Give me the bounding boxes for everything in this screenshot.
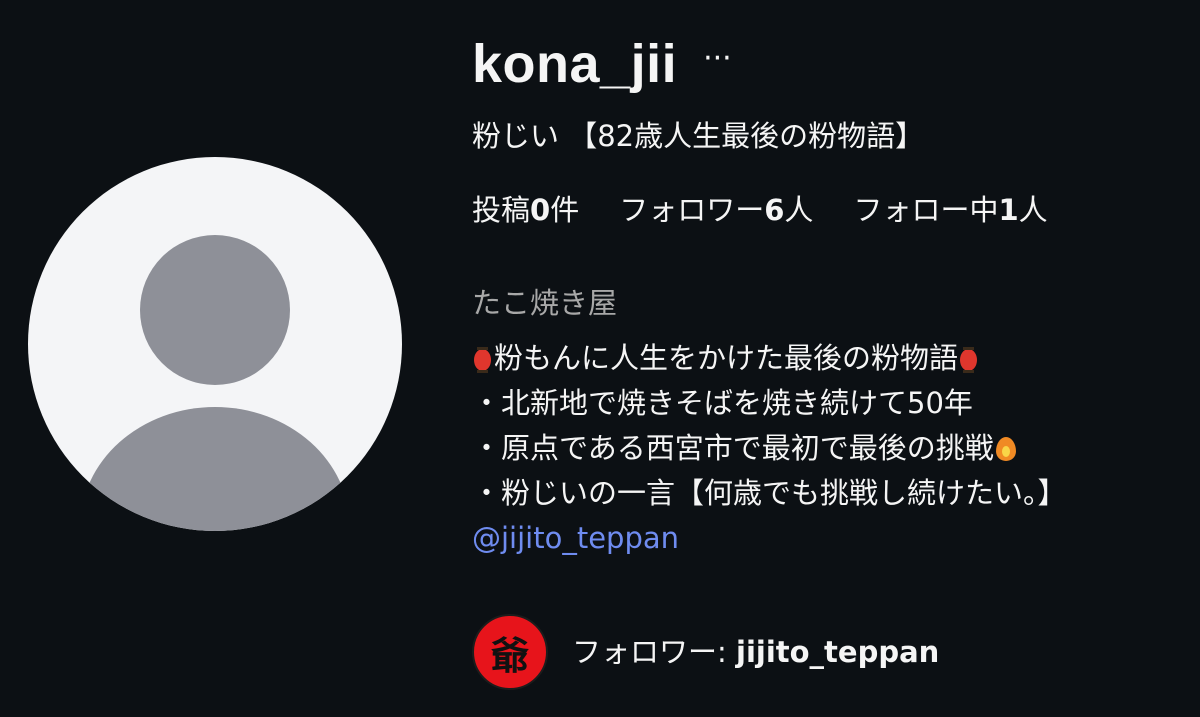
following-count[interactable]: フォロー中1人 (853, 190, 1047, 230)
posts-count[interactable]: 投稿0件 (472, 190, 579, 230)
fire-icon (995, 437, 1016, 461)
red-lantern-icon (960, 347, 978, 373)
profile-category: たこ焼き屋 (472, 286, 618, 320)
bio-line: ・粉じいの一言【何歳でも挑戦し続けたい。】 (472, 476, 1067, 510)
followed-by-row[interactable]: 爺 フォロワー: jijito_teppan (472, 614, 939, 690)
bio-line: ・原点である西宮市で最初で最後の挑戦 (472, 426, 1067, 471)
red-lantern-icon (474, 347, 491, 373)
username-row: kona_jii ··· (472, 34, 732, 94)
bio-line: 粉もんに人生をかけた最後の粉物語 (472, 336, 1067, 381)
bio-line: ・北新地で焼きそばを焼き続けて50年 (472, 386, 973, 420)
profile-stats: 投稿0件 フォロワー6人 フォロー中1人 (472, 190, 1088, 230)
ellipsis-icon[interactable]: ··· (703, 44, 732, 74)
avatar-placeholder-body (80, 407, 350, 531)
profile-avatar[interactable] (28, 157, 402, 531)
followers-count[interactable]: フォロワー6人 (619, 190, 813, 230)
username: kona_jii (472, 34, 678, 94)
followed-by-text: フォロワー: jijito_teppan (572, 635, 940, 669)
follower-username: jijito_teppan (736, 635, 940, 669)
follower-avatar[interactable]: 爺 (472, 614, 548, 690)
full-name: 粉じい 【82歳人生最後の粉物語】 (472, 119, 925, 153)
profile-bio: 粉もんに人生をかけた最後の粉物語 ・北新地で焼きそばを焼き続けて50年 ・原点で… (472, 336, 1067, 516)
profile-link[interactable]: @jijito_teppan (472, 518, 679, 558)
avatar-placeholder-head (140, 235, 290, 385)
